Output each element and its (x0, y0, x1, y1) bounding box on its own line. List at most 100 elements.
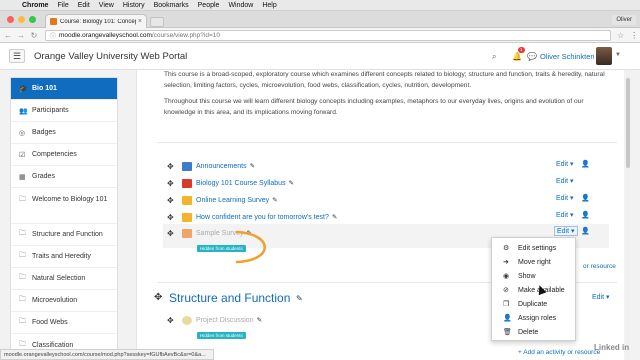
url-path: /course/view.php?id=10 (151, 31, 220, 39)
sidebar-item-badges[interactable]: ◎ Badges (11, 122, 117, 144)
edit-menu-link[interactable]: Edit ▾ (556, 160, 574, 168)
edit-title-pencil-icon[interactable]: ✎ (289, 179, 294, 187)
move-icon[interactable]: ✥ (167, 316, 177, 325)
sidebar-item-participants[interactable]: 👥 Participants (11, 100, 117, 122)
move-icon[interactable]: ✥ (167, 196, 177, 205)
menu-item-make-available[interactable]: ⊘ Make available (492, 283, 577, 297)
menu-item-edit-settings[interactable]: ⚙ Edit settings (492, 241, 577, 255)
menu-item-label: Duplicate (518, 300, 548, 308)
edit-menu-link-open[interactable]: Edit ▾ (554, 226, 578, 236)
move-icon[interactable]: ✥ (167, 229, 177, 238)
menu-item-label: Edit settings (518, 244, 557, 252)
menu-item-show[interactable]: ◉ Show (492, 269, 577, 283)
close-window-icon[interactable] (7, 16, 14, 23)
avatar[interactable] (596, 47, 612, 65)
maximize-window-icon[interactable] (29, 16, 36, 23)
sidebar-item-label: Structure and Function (32, 231, 103, 238)
menu-item-duplicate[interactable]: ❐ Duplicate (492, 297, 577, 311)
sidebar-item-label: Welcome to Biology 101 (32, 196, 108, 203)
sidebar-item-traits-and-heredity[interactable]: 🗀 Traits and Heredity (11, 246, 117, 268)
site-name[interactable]: Orange Valley University Web Portal (34, 51, 187, 62)
moodle-navbar: ☰ Orange Valley University Web Portal ⌕ … (0, 43, 640, 70)
menu-people[interactable]: People (198, 0, 220, 11)
menu-view[interactable]: View (99, 0, 114, 11)
menu-app-name[interactable]: Chrome (22, 0, 48, 11)
user-menu-caret-icon[interactable]: ▼ (615, 52, 621, 58)
move-icon[interactable]: ✥ (167, 179, 177, 188)
reload-icon[interactable]: ↻ (29, 31, 39, 40)
arrow-right-icon: ➜ (503, 259, 509, 266)
graduation-cap-icon: 🎓 (19, 85, 28, 93)
forum-discussion-icon (182, 315, 192, 325)
messages-icon[interactable]: 💬 (527, 52, 537, 61)
section-title[interactable]: Structure and Function (169, 291, 290, 305)
course-summary-text: This course is a broad-scoped, explorato… (164, 71, 605, 89)
address-bar-row: ← → ↻ ⓘ moodle.orangevalleyschool.com/co… (0, 28, 640, 43)
menu-bookmarks[interactable]: Bookmarks (154, 0, 189, 11)
bookmark-star-icon[interactable]: ☆ (617, 31, 624, 40)
edit-title-pencil-icon[interactable]: ✎ (257, 316, 262, 324)
activity-link[interactable]: How confident are you for tomorrow's tes… (196, 214, 329, 221)
gear-icon: ⚙ (503, 245, 510, 252)
sidebar-item-competencies[interactable]: ☑ Competencies (11, 144, 117, 166)
question-icon (182, 212, 192, 222)
move-icon[interactable]: ✥ (167, 213, 177, 222)
assign-role-person-icon[interactable]: 👤 (581, 211, 590, 219)
sidebar-item-bio-101[interactable]: 🎓 Bio 101 (11, 78, 117, 100)
section-edit-menu-link[interactable]: Edit ▾ (592, 293, 610, 301)
page-info-icon[interactable]: ⓘ (50, 31, 56, 40)
sidebar-item-structure-and-function[interactable]: 🗀 Structure and Function (11, 224, 117, 246)
new-tab-button[interactable] (150, 17, 164, 27)
menu-help[interactable]: Help (262, 0, 276, 11)
edit-title-pencil-icon[interactable]: ✎ (272, 196, 277, 204)
menu-history[interactable]: History (123, 0, 145, 11)
nav-drawer-toggle-icon[interactable]: ☰ (9, 49, 25, 63)
sidebar-item-label: Participants (32, 107, 69, 114)
minimize-window-icon[interactable] (18, 16, 25, 23)
menu-item-assign-roles[interactable]: 👤 Assign roles (492, 311, 577, 325)
course-summary-text-2: Throughout this course we will learn dif… (164, 98, 584, 116)
activity-link[interactable]: Online Learning Survey (196, 197, 269, 204)
assign-role-person-icon[interactable]: 👤 (581, 194, 590, 202)
activity-link[interactable]: Biology 101 Course Syllabus (196, 180, 286, 187)
sidebar-item-welcome[interactable]: 🗀 Welcome to Biology 101 (11, 188, 117, 224)
user-name[interactable]: Oliver Schinkten (540, 52, 595, 61)
sidebar-item-label: Traits and Heredity (32, 253, 91, 260)
search-icon[interactable]: ⌕ (492, 52, 496, 62)
menu-item-delete[interactable]: 🗑 Delete (492, 325, 577, 339)
back-icon[interactable]: ← (3, 31, 13, 40)
edit-menu-link[interactable]: Edit ▾ (556, 177, 574, 185)
notification-bell-icon[interactable]: 🔔 (512, 52, 522, 61)
edit-title-pencil-icon[interactable]: ✎ (250, 162, 255, 170)
sidebar-item-grades[interactable]: ▦ Grades (11, 166, 117, 188)
move-icon[interactable]: ✥ (167, 162, 177, 171)
browser-tab[interactable]: Course: Biology 101: Concep × (45, 14, 147, 28)
activity-link[interactable]: Announcements (196, 163, 247, 170)
forward-icon[interactable]: → (16, 31, 26, 40)
menu-file[interactable]: File (57, 0, 68, 11)
assign-role-person-icon[interactable]: 👤 (581, 160, 590, 168)
profile-button[interactable]: Oliver (612, 15, 636, 25)
edit-title-pencil-icon[interactable]: ✎ (332, 213, 337, 221)
sidebar-item-microevolution[interactable]: 🗀 Microevolution (11, 290, 117, 312)
edit-menu-link[interactable]: Edit ▾ (556, 194, 574, 202)
sidebar-item-natural-selection[interactable]: 🗀 Natural Selection (11, 268, 117, 290)
scrollbar-thumb[interactable] (626, 78, 630, 168)
section-move-icon[interactable]: ✥ (154, 292, 162, 303)
menu-edit[interactable]: Edit (78, 0, 90, 11)
url-input[interactable]: ⓘ moodle.orangevalleyschool.com/course/v… (45, 29, 611, 41)
sidebar-item-food-webs[interactable]: 🗀 Food Webs (11, 312, 117, 334)
add-activity-link[interactable]: + Add an activity or resource (518, 349, 600, 356)
menu-item-move-right[interactable]: ➜ Move right (492, 255, 577, 269)
menu-window[interactable]: Window (228, 0, 253, 11)
add-activity-link-partial[interactable]: or resource (583, 263, 616, 270)
trash-icon: 🗑 (503, 329, 512, 336)
chrome-menu-icon[interactable]: ⋮ (630, 31, 638, 40)
tab-close-icon[interactable]: × (138, 18, 142, 25)
edit-menu-link[interactable]: Edit ▾ (556, 211, 574, 219)
edit-section-title-pencil-icon[interactable]: ✎ (296, 294, 303, 303)
assign-role-person-icon[interactable]: 👤 (581, 227, 590, 235)
status-url: moodle.orangevalleyschool.com/course/mod… (0, 349, 214, 360)
scrollbar[interactable] (626, 70, 630, 360)
activity-link[interactable]: Project Discussion (196, 317, 254, 324)
